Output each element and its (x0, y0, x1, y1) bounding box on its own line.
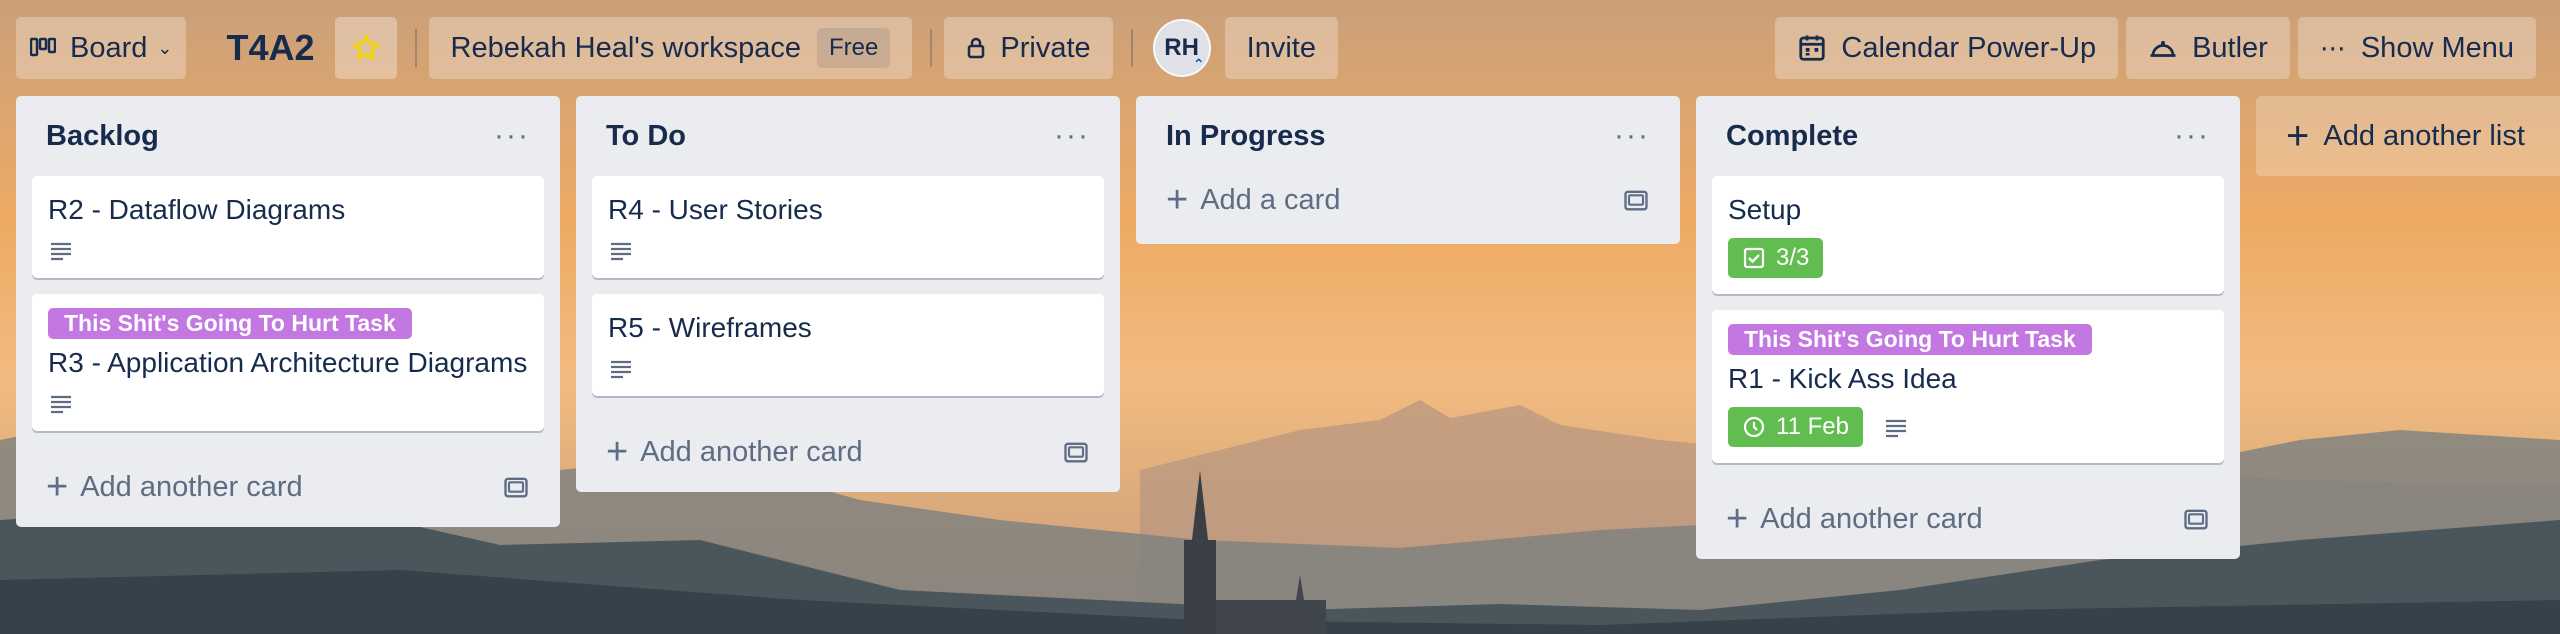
due-date-text: 11 Feb (1776, 413, 1849, 440)
calendar-powerup-button[interactable]: Calendar Power-Up (1775, 17, 2119, 79)
plan-badge: Free (817, 28, 891, 68)
star-board-button[interactable] (334, 17, 397, 79)
due-date-badge[interactable]: 11 Feb (1728, 407, 1863, 447)
calendar-icon (1797, 33, 1827, 63)
board-switcher-label: Board (70, 31, 148, 64)
add-card-button[interactable]: + Add another card (32, 447, 544, 527)
calendar-label: Calendar Power-Up (1841, 31, 2097, 64)
card-label: This Shit's Going To Hurt Task (1728, 324, 2092, 355)
card-badges (48, 391, 528, 415)
card[interactable]: R4 - User Stories (592, 176, 1104, 278)
header-divider (930, 29, 933, 67)
add-card-label: Add a card (1200, 183, 1341, 216)
list-header: To Do ··· (592, 96, 1104, 176)
checklist-badge: 3/3 (1728, 238, 1824, 278)
list-title[interactable]: In Progress (1166, 120, 1326, 153)
card-badges (48, 238, 528, 262)
invite-button[interactable]: Invite (1224, 17, 1338, 79)
card-title: R5 - Wireframes (608, 312, 812, 343)
list-header: Complete ··· (1712, 96, 2224, 176)
description-icon (611, 360, 631, 379)
plus-icon: + (2286, 113, 2310, 158)
more-dots-icon: ⋯ (2319, 32, 2347, 63)
board-icon (30, 37, 56, 59)
butler-button[interactable]: Butler (2126, 17, 2290, 79)
butler-bell-icon (2148, 35, 2178, 61)
add-card-button[interactable]: + Add another card (592, 412, 1104, 492)
description-icon (51, 242, 71, 261)
card[interactable]: R5 - Wireframes (592, 294, 1104, 396)
card-title: R4 - User Stories (608, 194, 823, 225)
add-card-label: Add another card (1760, 502, 1983, 535)
description-icon (611, 242, 631, 261)
workspace-button[interactable]: Rebekah Heal's workspace Free (428, 17, 913, 79)
card-title: R2 - Dataflow Diagrams (48, 194, 346, 225)
card[interactable]: R2 - Dataflow Diagrams (32, 176, 544, 278)
card-template-icon[interactable] (1622, 186, 1650, 214)
list-header: Backlog ··· (32, 96, 544, 176)
admin-chevron-icon: ⌃ (1192, 56, 1205, 72)
board-title[interactable]: T4A2 (194, 27, 334, 69)
card-title: R1 - Kick Ass Idea (1728, 363, 1957, 394)
card-template-icon[interactable] (502, 473, 530, 501)
add-card-label: Add another card (80, 470, 303, 503)
board-header: Board ⌄ T4A2 Rebekah Heal's workspace Fr… (0, 0, 2560, 96)
lock-icon (966, 36, 986, 60)
list-to-do: To Do ··· R4 - User Stories R5 - Wirefra… (576, 96, 1120, 492)
list-complete: Complete ··· Setup 3/3 This Shit's Going… (1696, 96, 2240, 559)
member-avatar[interactable]: RH ⌃ (1152, 19, 1211, 77)
visibility-label: Private (1000, 31, 1091, 64)
card-title: Setup (1728, 194, 1802, 225)
card-template-icon[interactable] (2182, 505, 2210, 533)
header-divider (414, 29, 417, 67)
list-header: In Progress ··· (1152, 96, 1664, 176)
header-divider (1130, 29, 1133, 67)
chevron-down-icon: ⌄ (157, 37, 173, 58)
list-menu-icon[interactable]: ··· (2174, 119, 2210, 153)
invite-label: Invite (1246, 31, 1316, 64)
card-badges: 3/3 (1728, 238, 2208, 278)
description-icon (1885, 419, 1906, 438)
card-badges (608, 356, 1088, 380)
add-list-button[interactable]: + Add another list (2256, 96, 2560, 176)
plus-icon: + (1726, 497, 1749, 540)
add-card-label: Add another card (640, 435, 863, 468)
list-menu-icon[interactable]: ··· (1614, 119, 1650, 153)
add-list-label: Add another list (2323, 119, 2525, 152)
list-menu-icon[interactable]: ··· (494, 119, 530, 153)
card[interactable]: Setup 3/3 (1712, 176, 2224, 294)
card-label: This Shit's Going To Hurt Task (48, 308, 412, 339)
list-in-progress: In Progress ··· + Add a card (1136, 96, 1680, 244)
plus-icon: + (1166, 178, 1189, 221)
checklist-count: 3/3 (1776, 244, 1810, 271)
description-icon (51, 395, 71, 414)
list-title[interactable]: Complete (1726, 120, 1858, 153)
list-title[interactable]: To Do (606, 120, 686, 153)
workspace-name: Rebekah Heal's workspace (450, 31, 802, 64)
card-title: R3 - Application Architecture Diagrams (48, 347, 528, 378)
list-menu-icon[interactable]: ··· (1054, 119, 1090, 153)
card-badges (608, 238, 1088, 262)
visibility-button[interactable]: Private (944, 17, 1113, 79)
card-template-icon[interactable] (1062, 438, 1090, 466)
plus-icon: + (46, 465, 69, 508)
checkbox-icon (1743, 247, 1765, 269)
card[interactable]: This Shit's Going To Hurt Task R1 - Kick… (1712, 310, 2224, 463)
butler-label: Butler (2192, 31, 2268, 64)
list-backlog: Backlog ··· R2 - Dataflow Diagrams This … (16, 96, 560, 527)
list-title[interactable]: Backlog (46, 120, 159, 153)
show-menu-button[interactable]: ⋯ Show Menu (2297, 17, 2536, 79)
add-card-button[interactable]: + Add another card (1712, 479, 2224, 559)
card[interactable]: This Shit's Going To Hurt Task R3 - Appl… (32, 294, 544, 431)
clock-icon (1743, 416, 1765, 438)
card-badges: 11 Feb (1728, 407, 2208, 447)
board-switcher-button[interactable]: Board ⌄ (16, 17, 187, 79)
add-card-button[interactable]: + Add a card (1152, 168, 1664, 232)
star-icon (352, 34, 379, 60)
show-menu-label: Show Menu (2360, 31, 2514, 64)
plus-icon: + (606, 430, 629, 473)
